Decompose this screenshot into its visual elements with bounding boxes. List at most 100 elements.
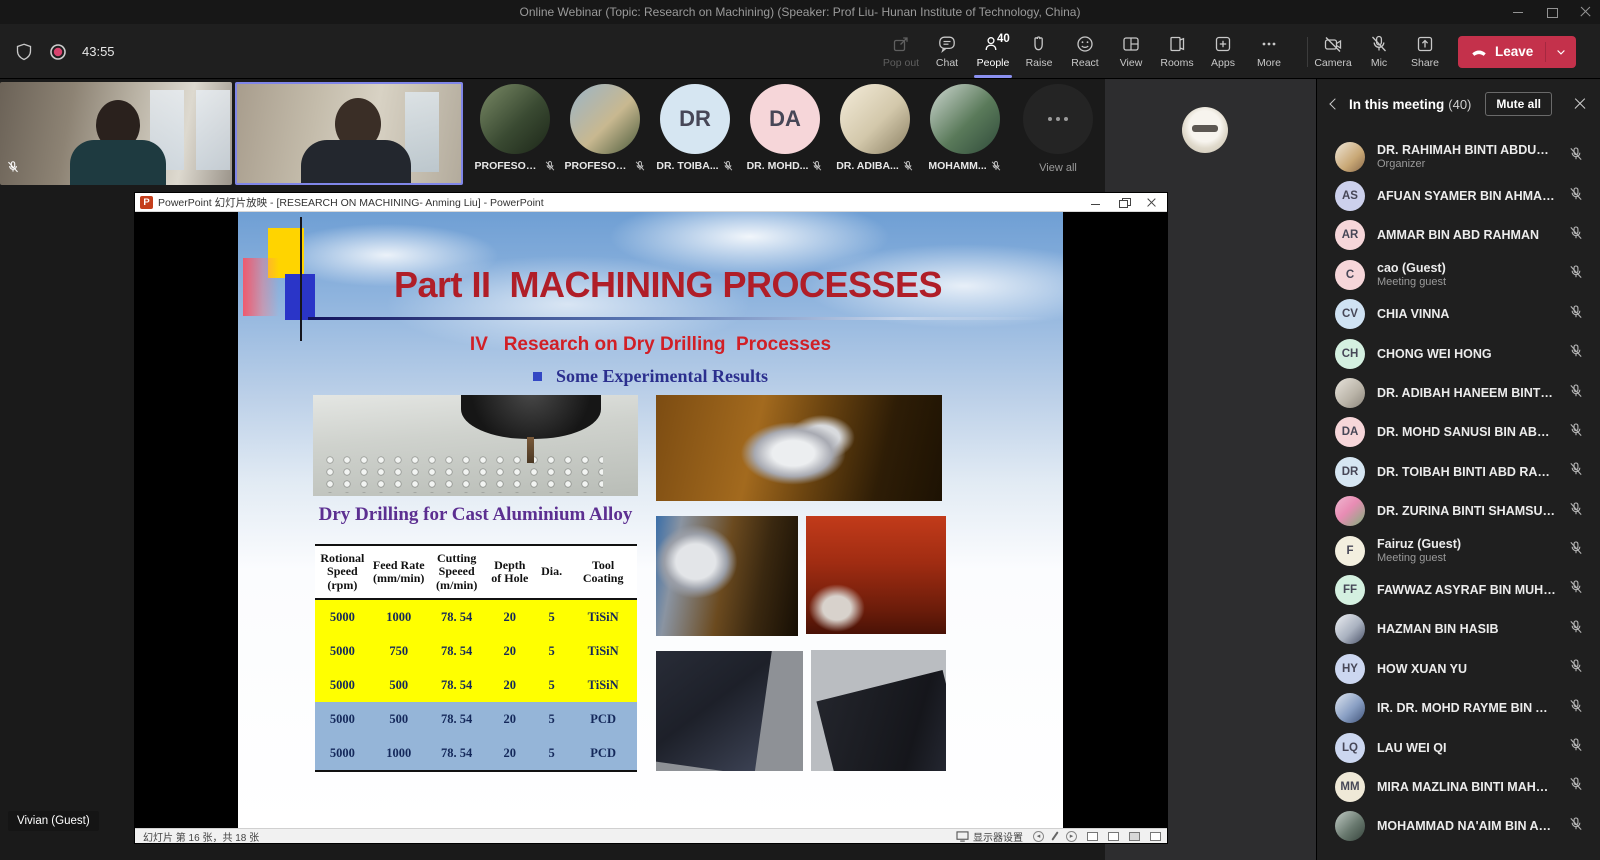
raise-hand-button[interactable]: Raise bbox=[1016, 24, 1062, 79]
slide-sorter-view-icon[interactable] bbox=[1108, 832, 1119, 841]
muted-mic-icon bbox=[634, 160, 646, 172]
powerpoint-titlebar: P PowerPoint 幻灯片放映 - [RESEARCH ON MACHIN… bbox=[135, 193, 1167, 212]
table-header-row: Rotional Speed (rpm)Feed Rate (mm/min)Cu… bbox=[315, 544, 637, 600]
leave-options-button[interactable] bbox=[1546, 46, 1576, 58]
participant-row[interactable]: CV CHIA VINNA bbox=[1317, 295, 1600, 334]
mic-button[interactable]: Mic bbox=[1356, 24, 1402, 79]
muted-mic-icon bbox=[1568, 579, 1584, 595]
filmstrip-avatar-tile[interactable]: MOHAMM... bbox=[920, 82, 1010, 185]
pen-tool-icon[interactable] bbox=[1051, 831, 1058, 840]
participant-row[interactable]: HY HOW XUAN YU bbox=[1317, 649, 1600, 688]
avatar: LQ bbox=[1335, 733, 1365, 763]
share-button[interactable]: Share bbox=[1402, 24, 1448, 79]
participant-name: MOHAMMAD NA'AIM BIN ABD ... bbox=[1377, 819, 1556, 833]
avatar: DR bbox=[660, 84, 730, 154]
participant-row[interactable]: DR. ADIBAH HANEEM BINTI MO... bbox=[1317, 373, 1600, 412]
participant-row[interactable]: CH CHONG WEI HONG bbox=[1317, 334, 1600, 373]
avatar: AS bbox=[1335, 181, 1365, 211]
muted-mic-icon bbox=[811, 160, 823, 172]
ppt-close-icon[interactable] bbox=[1147, 198, 1157, 208]
participant-row[interactable]: C cao (Guest) Meeting guest bbox=[1317, 255, 1600, 294]
participant-row[interactable]: AR AMMAR BIN ABD RAHMAN bbox=[1317, 216, 1600, 255]
next-slide-button[interactable]: ▸ bbox=[1066, 831, 1077, 842]
apps-button[interactable]: Apps bbox=[1200, 24, 1246, 79]
camera-button[interactable]: Camera bbox=[1310, 24, 1356, 79]
avatar-initials: MM bbox=[1340, 781, 1359, 793]
filmstrip-avatar-tile[interactable]: DR DR. TOIBA... bbox=[650, 82, 740, 185]
avatar bbox=[570, 84, 640, 154]
filmstrip-avatar-tile[interactable]: PROFESOR ... bbox=[560, 82, 650, 185]
mute-all-button[interactable]: Mute all bbox=[1485, 92, 1552, 116]
leave-button[interactable]: Leave bbox=[1458, 36, 1576, 68]
participant-row[interactable]: FF FAWWAZ ASYRAF BIN MUHAM... bbox=[1317, 570, 1600, 609]
view-icon bbox=[1121, 34, 1141, 54]
filmstrip-avatar-tile[interactable]: DR. ADIBA... bbox=[830, 82, 920, 185]
muted-mic-icon bbox=[1568, 304, 1584, 320]
participant-name: IR. DR. MOHD RAYME BIN ANA... bbox=[1377, 701, 1556, 715]
participant-row[interactable]: HAZMAN BIN HASIB bbox=[1317, 610, 1600, 649]
experiment-table: Rotional Speed (rpm)Feed Rate (mm/min)Cu… bbox=[315, 544, 637, 772]
drilling-machine-photo bbox=[313, 395, 638, 496]
avatar-initials: FF bbox=[1343, 584, 1357, 596]
display-settings-button[interactable]: 显示器设置 bbox=[956, 829, 1023, 844]
participant-row[interactable]: DA DR. MOHD SANUSI BIN ABDUL ... bbox=[1317, 413, 1600, 452]
participant-row[interactable]: AS AFUAN SYAMER BIN AHMAD SIDI bbox=[1317, 176, 1600, 215]
ppt-restore-icon[interactable] bbox=[1119, 198, 1129, 208]
previous-slide-button[interactable]: ◂ bbox=[1033, 831, 1044, 842]
muted-mic-icon bbox=[1568, 264, 1584, 280]
powerpoint-title: PowerPoint 幻灯片放映 - [RESEARCH ON MACHININ… bbox=[158, 195, 544, 210]
video-tile-participant[interactable] bbox=[0, 82, 232, 185]
muted-mic-icon bbox=[1568, 343, 1584, 359]
participant-row[interactable]: LQ LAU WEI QI bbox=[1317, 728, 1600, 767]
filmstrip-avatar-tile[interactable]: DA DR. MOHD... bbox=[740, 82, 830, 185]
window-titlebar: Online Webinar (Topic: Research on Machi… bbox=[0, 0, 1600, 24]
people-button[interactable]: 40 People bbox=[970, 24, 1016, 79]
more-button[interactable]: More bbox=[1246, 24, 1292, 79]
table-header-cell: Depth of Hole bbox=[486, 559, 534, 586]
avatar-initials: AS bbox=[1342, 190, 1358, 202]
view-all-button[interactable]: View all bbox=[1012, 82, 1104, 185]
avatar: C bbox=[1335, 260, 1365, 290]
slide-subtitle: IV Research on Dry Drilling Processes bbox=[238, 334, 1063, 356]
participant-name: FAWWAZ ASYRAF BIN MUHAM... bbox=[1377, 583, 1556, 597]
react-button[interactable]: React bbox=[1062, 24, 1108, 79]
back-chevron-icon[interactable] bbox=[1329, 98, 1340, 109]
slideshow-view-icon[interactable] bbox=[1150, 832, 1161, 841]
close-panel-icon[interactable] bbox=[1574, 98, 1586, 110]
muted-mic-icon bbox=[1568, 658, 1584, 674]
rooms-button[interactable]: Rooms bbox=[1154, 24, 1200, 79]
window-minimize-icon[interactable] bbox=[1512, 6, 1524, 18]
participant-row[interactable]: IR. DR. MOHD RAYME BIN ANA... bbox=[1317, 688, 1600, 727]
participant-row[interactable]: DR DR. TOIBAH BINTI ABD RAHIM bbox=[1317, 452, 1600, 491]
muted-mic-icon bbox=[1568, 225, 1584, 241]
reading-view-icon[interactable] bbox=[1129, 832, 1140, 841]
muted-mic-icon bbox=[544, 160, 556, 172]
table-header-cell: Dia. bbox=[534, 565, 569, 578]
ppt-minimize-icon[interactable] bbox=[1091, 198, 1101, 208]
participant-row[interactable]: F Fairuz (Guest) Meeting guest bbox=[1317, 531, 1600, 570]
avatar-initials: HY bbox=[1342, 663, 1358, 675]
participant-row[interactable]: MOHAMMAD NA'AIM BIN ABD ... bbox=[1317, 807, 1600, 846]
panel-title: In this meeting(40) bbox=[1349, 97, 1471, 112]
presenter-avatar[interactable] bbox=[1182, 107, 1228, 153]
avatar: F bbox=[1335, 536, 1365, 566]
avatar-initials: LQ bbox=[1342, 742, 1358, 754]
chat-button[interactable]: Chat bbox=[924, 24, 970, 79]
view-button[interactable]: View bbox=[1108, 24, 1154, 79]
window-close-icon[interactable] bbox=[1580, 6, 1592, 18]
participant-row[interactable]: DR. ZURINA BINTI SHAMSUDIN bbox=[1317, 492, 1600, 531]
participant-name: PROFESOR ... bbox=[565, 160, 631, 172]
window-maximize-icon[interactable] bbox=[1546, 6, 1558, 18]
filmstrip-avatar-tile[interactable]: PROFESOR ... bbox=[470, 82, 560, 185]
muted-mic-icon bbox=[1568, 737, 1584, 753]
participant-role: Meeting guest bbox=[1377, 276, 1556, 288]
normal-view-icon[interactable] bbox=[1087, 832, 1098, 841]
video-tile-active-speaker[interactable] bbox=[235, 82, 463, 185]
recording-indicator-icon bbox=[48, 42, 68, 62]
participant-row[interactable]: DR. RAHIMAH BINTI ABDUL HA... Organizer bbox=[1317, 137, 1600, 176]
avatar-initials: DR bbox=[679, 106, 711, 132]
slideshow-area: Part II MACHINING PROCESSES IV Research … bbox=[135, 212, 1167, 828]
muted-mic-icon bbox=[1568, 146, 1584, 162]
participant-row[interactable]: MM MIRA MAZLINA BINTI MAHDZIR bbox=[1317, 767, 1600, 806]
table-row: 5000 500 78. 54 20 5 TiSiN bbox=[315, 668, 637, 702]
